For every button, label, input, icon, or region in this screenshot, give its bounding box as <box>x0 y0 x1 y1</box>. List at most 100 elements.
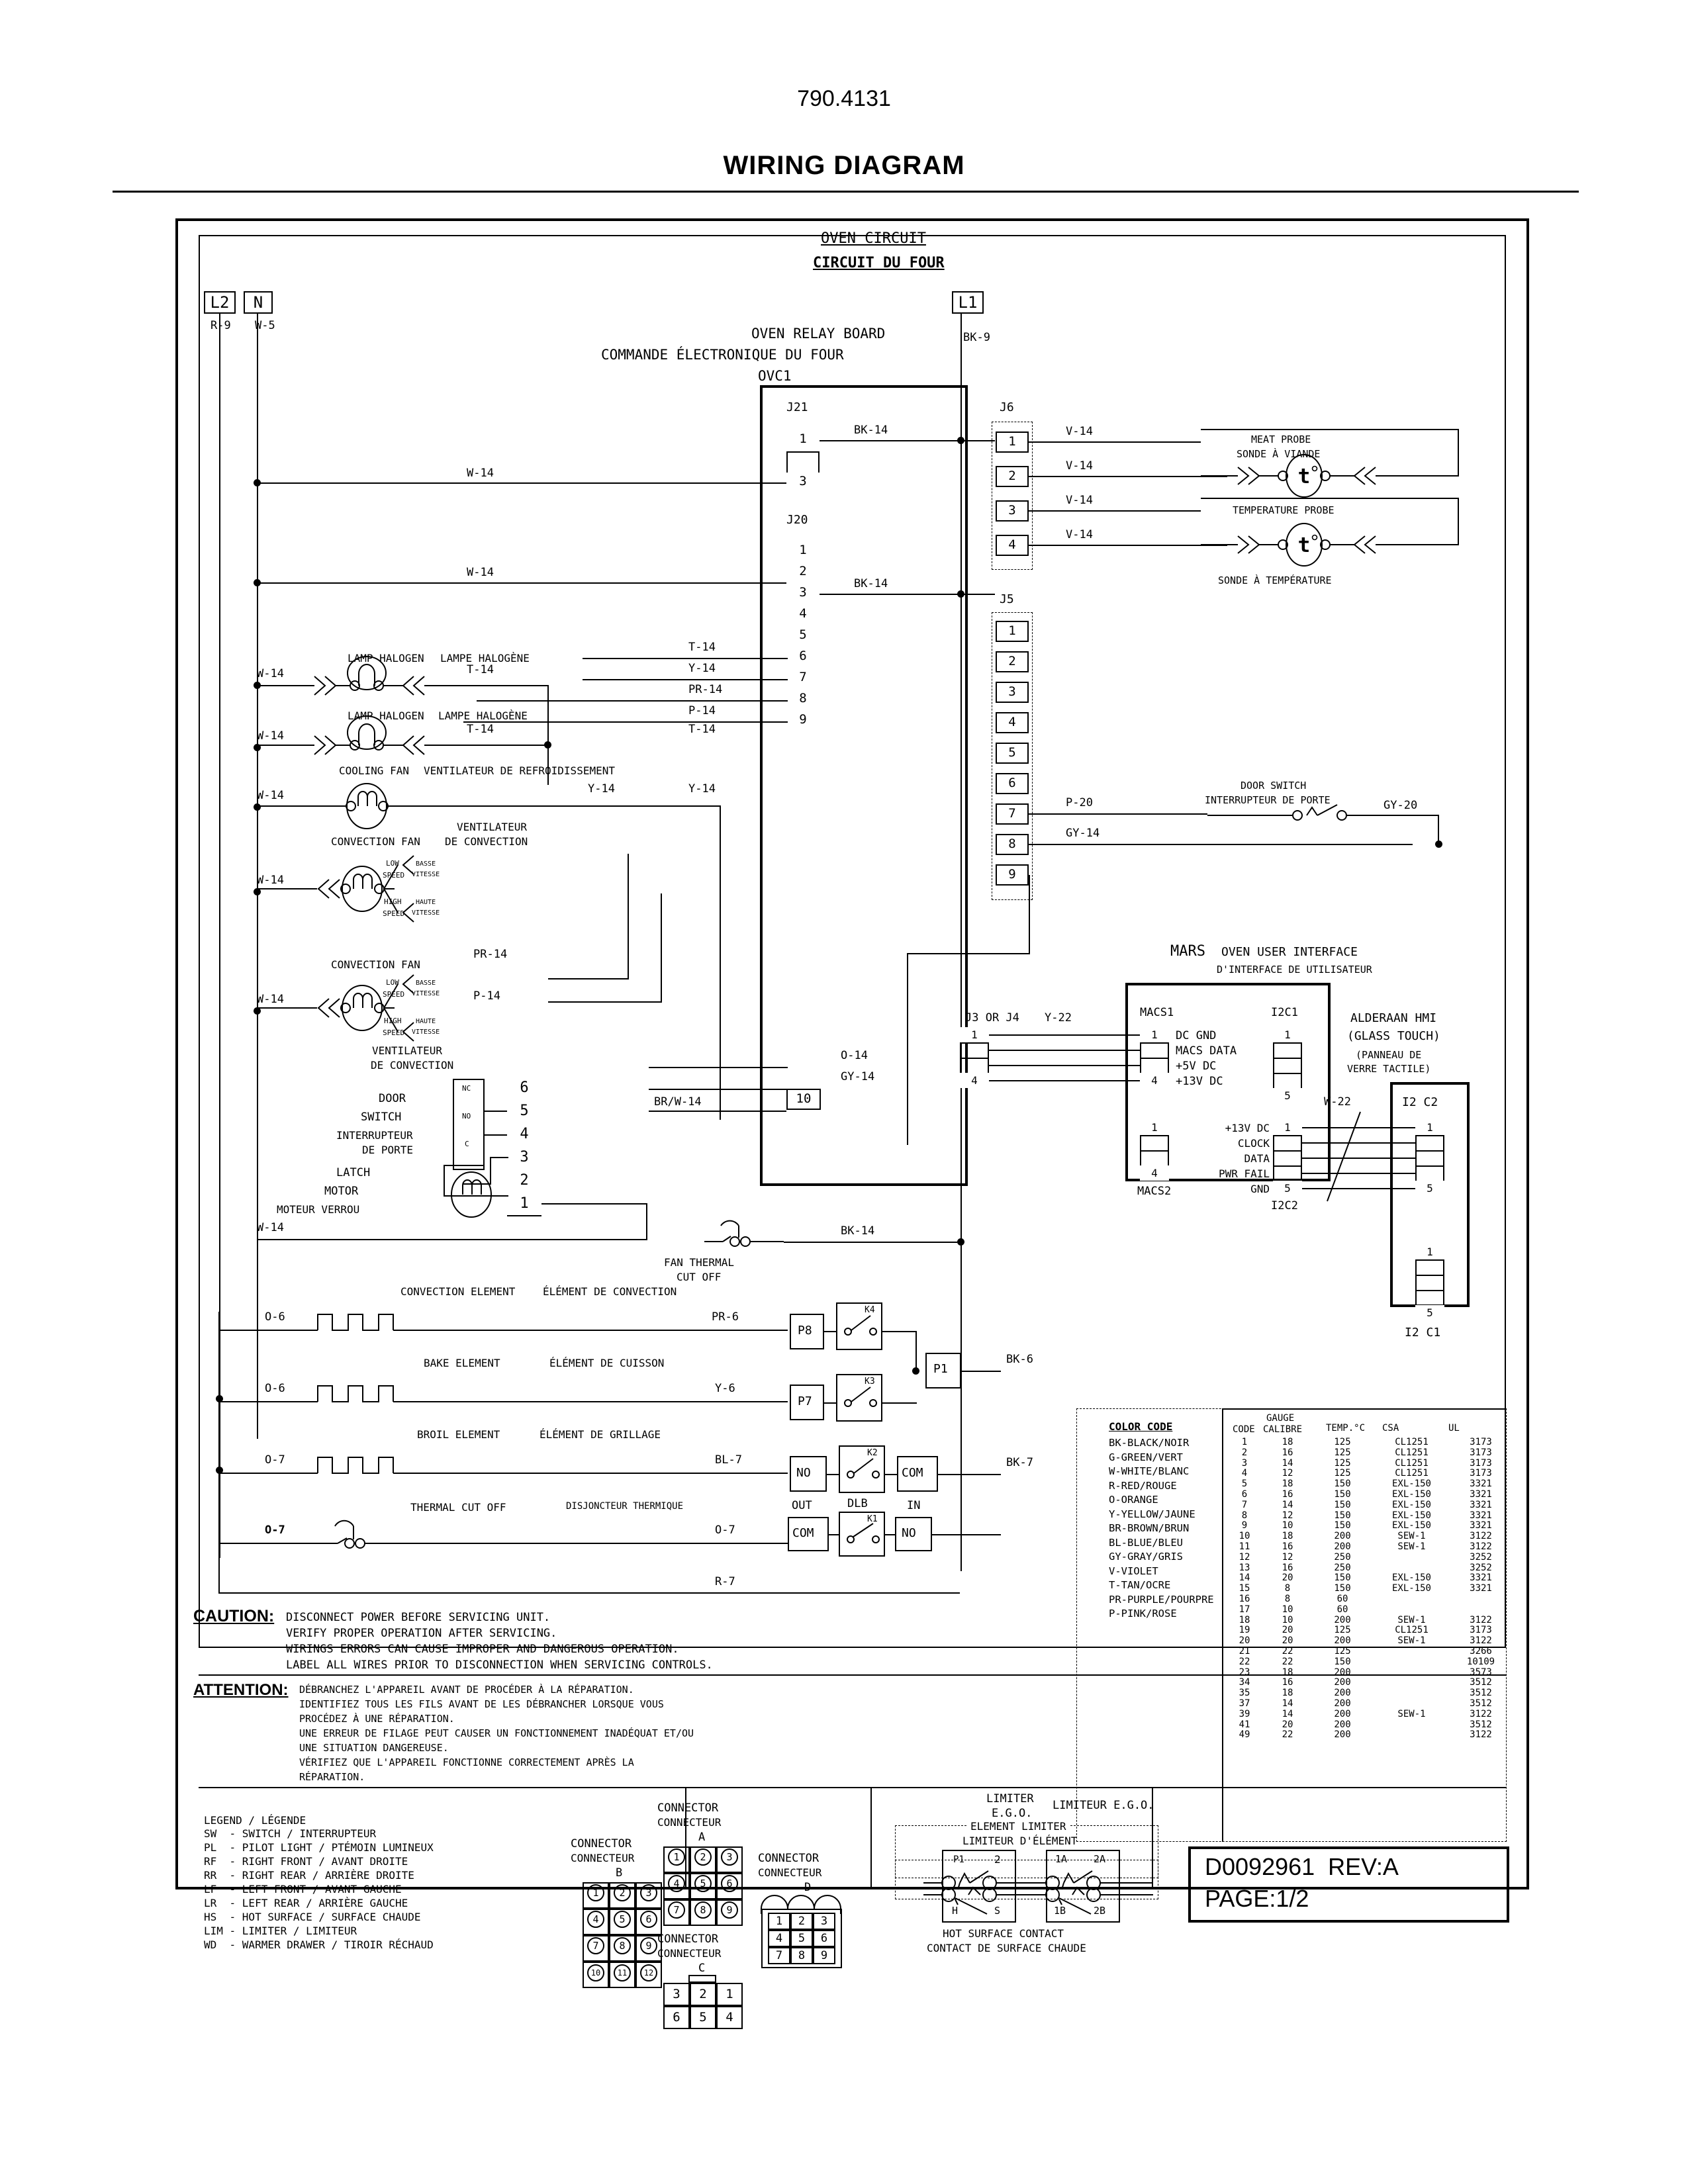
door-switch-left-label-fr1: INTERRUPTEUR <box>336 1129 413 1142</box>
caution-line-4: LABEL ALL WIRES PRIOR TO DISCONNECTION W… <box>286 1659 713 1672</box>
limiter-b2-bottom-switch <box>1027 1886 1153 1915</box>
wire-label-bk6: BK-6 <box>1006 1353 1033 1366</box>
attention-line-4: UNE ERREUR DE FILAGE PEUT CAUSER UN FONC… <box>299 1727 694 1739</box>
mars-title-fr: D'INTERFACE DE UTILISATEUR <box>1217 964 1372 976</box>
wire-label-j5-8-gy14: GY-14 <box>1066 827 1100 840</box>
caution-line-2: VERIFY PROPER OPERATION AFTER SERVICING. <box>286 1627 557 1640</box>
table-row: 21 22 125 3266 <box>1239 1645 1492 1657</box>
wire-label-j20-y14: Y-14 <box>688 662 716 675</box>
door-latch-pin-2: 2 <box>507 1169 541 1192</box>
table-row: 34 16 200 3512 <box>1239 1677 1492 1688</box>
macs1-pin-1: 1 <box>1140 1027 1169 1042</box>
wire-label-r9: R-9 <box>211 319 231 332</box>
connector-d-id: D <box>804 1881 812 1894</box>
connector-d-title-fr: CONNECTEUR <box>758 1866 822 1879</box>
table-row: 41 20 200 3512 <box>1239 1719 1492 1730</box>
connector-a-cell-8: 8 <box>690 1899 716 1926</box>
wire-label-w14-j20: W-14 <box>467 566 494 579</box>
lamp2-label-fr: LAMPE HALOGÈNE <box>438 709 528 722</box>
j3j4-pin-4: 4 <box>960 1073 989 1088</box>
attention-line-5: UNE SITUATION DANGEREUSE. <box>299 1742 449 1754</box>
table-row: 15 8 150 EXL-150 3321 <box>1239 1583 1492 1594</box>
wire-label-gy14-j20: GY-14 <box>841 1070 875 1083</box>
page-title: WIRING DIAGRAM <box>723 151 965 180</box>
i2c2-label: I2C2 <box>1271 1199 1298 1212</box>
w22-label: W-22 <box>1324 1095 1351 1109</box>
connector-a-cell-4: 4 <box>663 1873 690 1899</box>
connector-c-grid: 3 2 1 6 5 4 <box>663 1983 743 2029</box>
limiter-b1-br: S <box>994 1905 1001 1917</box>
connector-a-cell-1: 1 <box>663 1846 690 1873</box>
connector-c-title-fr: CONNECTEUR <box>657 1947 722 1960</box>
gauge-header-calibre: CALIBRE <box>1263 1424 1303 1435</box>
convection-fan-1-low-en2: SPEED <box>383 871 405 880</box>
door-latch-pin-3: 3 <box>507 1146 541 1169</box>
connector-c-id: C <box>698 1962 706 1975</box>
convection-fan-1-high-en: HIGH <box>384 897 402 906</box>
connector-b-id: B <box>616 1866 623 1880</box>
table-row: 37 14 200 3512 <box>1239 1698 1492 1709</box>
legend-item-pl: PL - PILOT LIGHT / PTÉMOIN LUMINEUX <box>204 1841 434 1854</box>
table-row: 19 20 125 CL1251 3173 <box>1239 1625 1492 1636</box>
connector-a-cell-3: 3 <box>716 1846 743 1873</box>
latch-motor-label-fr: MOTEUR VERROU <box>277 1203 360 1216</box>
terminal-broil-com-label: COM <box>902 1466 923 1480</box>
connector-j6-pin-1: 1 <box>996 432 1029 453</box>
connector-d-cell-7: 7 <box>768 1947 790 1964</box>
relay-board-ref: OVC1 <box>758 368 792 384</box>
i2c2-signal-pwrfail: PWR FAIL <box>1218 1167 1270 1180</box>
connector-d-cell-9: 9 <box>813 1947 835 1964</box>
j3j4-pin-1: 1 <box>960 1027 989 1042</box>
i2c2-signal-data: DATA <box>1244 1152 1270 1165</box>
thermal-cutoff-symbol <box>218 1520 788 1549</box>
color-code-title: COLOR CODE <box>1109 1420 1173 1433</box>
relay-k1-symbol <box>847 1523 880 1543</box>
connector-a-title-en: CONNECTOR <box>657 1801 719 1815</box>
legend-item-rf: RF - RIGHT FRONT / AVANT DROITE <box>204 1855 408 1868</box>
dlb-label: DLB <box>847 1497 868 1510</box>
terminal-p8-label: P8 <box>798 1324 812 1338</box>
wire-label-j20-t14: T-14 <box>688 641 716 654</box>
legend-item-lf: LF - LEFT FRONT / AVANT GAUCHE <box>204 1883 402 1895</box>
i2c2-pin-5: 5 <box>1273 1181 1302 1196</box>
convection-fan-2-low-fr2: VITESSE <box>412 990 440 997</box>
broil-element-symbol <box>218 1457 788 1474</box>
connector-j20-label: J20 <box>786 513 808 527</box>
connector-b-cell-3: 3 <box>635 1882 662 1909</box>
legend-item-wd: WD - WARMER DRAWER / TIROIR RÉCHAUD <box>204 1938 434 1951</box>
macs1-label: MACS1 <box>1140 1006 1174 1019</box>
convection-fan-2-high-fr2: VITESSE <box>412 1028 440 1036</box>
connector-j5-pin-9: 9 <box>996 864 1029 886</box>
temperature-probe-symbol: t <box>1201 523 1459 567</box>
convection-fan-2-wire-out: PR-14 <box>473 948 508 961</box>
table-row: 2 16 125 CL1251 3173 <box>1241 1447 1492 1458</box>
table-row: 10 18 200 SEW-1 3122 <box>1239 1531 1492 1542</box>
wire-label-bk9: BK-9 <box>963 331 990 344</box>
connector-d-title-en: CONNECTOR <box>758 1852 820 1865</box>
wire-label-gy20: GY-20 <box>1383 799 1418 812</box>
macs1-signal-5v: +5V DC <box>1176 1060 1217 1073</box>
color-code-list: BK-BLACK/NOIR G-GREEN/VERT W-WHITE/BLANC… <box>1109 1436 1214 1621</box>
temperature-probe-label-en: TEMPERATURE PROBE <box>1233 504 1335 516</box>
connector-c-cell-5: 5 <box>690 2006 716 2029</box>
door-latch-pin-5: 5 <box>507 1099 541 1122</box>
circuit-title-fr: CIRCUIT DU FOUR <box>813 255 945 271</box>
legend-item-rr: RR - RIGHT REAR / ARRIÈRE DROITE <box>204 1869 414 1882</box>
connector-a-title-fr: CONNECTEUR <box>657 1816 722 1829</box>
connector-j6-label: J6 <box>1000 400 1014 414</box>
wire-label-j6-4-v14: V-14 <box>1066 528 1093 541</box>
fan-thermal-cutoff-symbol <box>704 1220 784 1247</box>
wire-label-bk14-bottom: BK-14 <box>841 1224 875 1238</box>
relay-board-name-fr: COMMANDE ÉLECTRONIQUE DU FOUR <box>601 347 844 363</box>
hmi-conn-bottom-label: I2 C1 <box>1405 1326 1441 1340</box>
gauge-header-code: CODE <box>1233 1424 1255 1435</box>
j3-or-j4-label: J3 OR J4 <box>965 1011 1019 1024</box>
y22-label: Y-22 <box>1045 1011 1072 1024</box>
terminal-dlb-com-label: COM <box>792 1526 814 1540</box>
table-row: 6 16 150 EXL-150 3321 <box>1241 1488 1492 1500</box>
attention-line-6: VÉRIFIEZ QUE L'APPAREIL FONCTIONNE CORRE… <box>299 1756 634 1768</box>
element-limiter-label-fr: LIMITEUR D'ÉLÉMENT <box>960 1835 1080 1847</box>
connector-j20-pin-7: 7 <box>786 668 820 690</box>
door-switch-pin-c: C <box>465 1140 469 1148</box>
wire-label-bk7: BK-7 <box>1006 1456 1033 1469</box>
